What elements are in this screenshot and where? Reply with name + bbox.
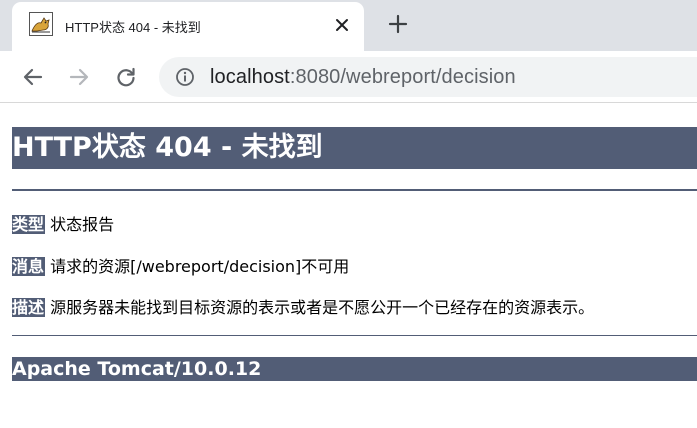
type-value: 状态报告 bbox=[50, 215, 115, 234]
tomcat-icon bbox=[29, 12, 53, 36]
close-icon bbox=[336, 19, 348, 31]
divider bbox=[12, 335, 697, 336]
server-footer: Apache Tomcat/10.0.12 bbox=[12, 357, 697, 381]
browser-toolbar: localhost:8080/webreport/decision bbox=[0, 51, 697, 103]
plus-icon bbox=[388, 14, 408, 34]
url-host: localhost bbox=[210, 66, 290, 88]
browser-tab[interactable]: HTTP状态 404 - 未找到 bbox=[12, 2, 364, 51]
type-row: 类型 状态报告 bbox=[12, 211, 114, 235]
back-button[interactable] bbox=[17, 61, 49, 93]
message-value: 请求的资源[/webreport/decision]不可用 bbox=[50, 257, 350, 276]
tab-strip: HTTP状态 404 - 未找到 bbox=[0, 0, 697, 51]
reload-icon bbox=[117, 67, 135, 87]
tab-close-button[interactable] bbox=[331, 14, 353, 36]
forward-arrow-icon bbox=[69, 68, 89, 86]
description-row: 描述 源服务器未能找到目标资源的表示或者是不愿公开一个已经存在的资源表示。 bbox=[12, 294, 594, 318]
tab-title: HTTP状态 404 - 未找到 bbox=[65, 20, 201, 35]
message-label: 消息 bbox=[12, 257, 46, 276]
back-arrow-icon bbox=[23, 68, 43, 86]
address-bar[interactable]: localhost:8080/webreport/decision bbox=[159, 57, 697, 97]
page-title: HTTP状态 404 - 未找到 bbox=[12, 127, 697, 169]
reload-button[interactable] bbox=[110, 61, 142, 93]
info-icon[interactable] bbox=[175, 67, 195, 87]
page-content: HTTP状态 404 - 未找到 类型 状态报告 消息 请求的资源[/webre… bbox=[0, 103, 697, 428]
address-url[interactable]: localhost:8080/webreport/decision bbox=[210, 66, 516, 89]
divider bbox=[12, 189, 697, 191]
description-value: 源服务器未能找到目标资源的表示或者是不愿公开一个已经存在的资源表示。 bbox=[50, 298, 595, 317]
message-row: 消息 请求的资源[/webreport/decision]不可用 bbox=[12, 253, 349, 277]
url-path: :8080/webreport/decision bbox=[289, 66, 516, 88]
forward-button[interactable] bbox=[63, 61, 95, 93]
new-tab-button[interactable] bbox=[385, 11, 411, 37]
description-label: 描述 bbox=[12, 298, 46, 317]
type-label: 类型 bbox=[12, 215, 46, 234]
